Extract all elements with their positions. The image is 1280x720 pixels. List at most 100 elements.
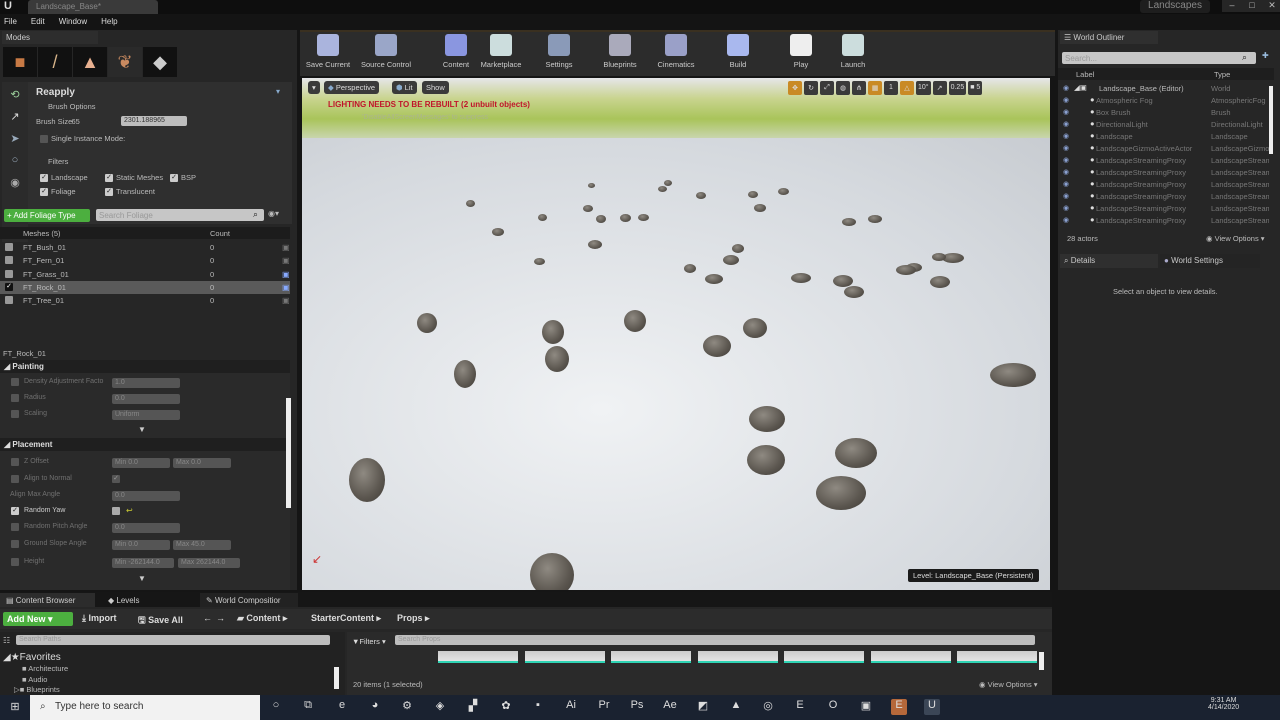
visibility-eye-icon[interactable]: ◉ (1063, 84, 1069, 92)
outliner-row[interactable]: ◉ ● Atmospheric Fog AtmosphericFog (1058, 94, 1274, 106)
maximize-icon[interactable]: □ (1242, 0, 1262, 12)
rock-foliage-instance[interactable] (545, 346, 569, 372)
epic-launcher-icon[interactable]: E (792, 699, 808, 715)
visibility-eye-icon[interactable]: ◉ (1063, 156, 1069, 164)
rock-foliage-instance[interactable] (588, 183, 595, 188)
toolbar-save-current-button[interactable]: Save Current (300, 34, 356, 69)
single-instance-row[interactable]: Single Instance Mode: (40, 134, 125, 144)
windows-start-icon[interactable]: ⊞ (7, 700, 23, 716)
rock-foliage-instance[interactable] (844, 286, 864, 298)
search-foliage-input[interactable]: Search Foliage (96, 209, 264, 221)
rotate-icon[interactable]: ↻ (804, 81, 818, 95)
asset-view-options[interactable]: ◉ View Options ▾ (979, 680, 1038, 689)
save-icon[interactable]: ▣ (282, 270, 290, 279)
show-button[interactable]: Show (422, 81, 449, 94)
lit-button[interactable]: ⬢ Lit (392, 81, 417, 94)
z-offset-max[interactable]: Max 0.0 (173, 458, 231, 468)
rock-foliage-instance[interactable] (349, 458, 385, 502)
place-mode-icon[interactable]: ■ (3, 47, 37, 77)
rock-foliage-instance[interactable] (454, 360, 476, 388)
menu-help[interactable]: Help (101, 17, 117, 27)
rock-foliage-instance[interactable] (932, 253, 946, 261)
folder-architecture[interactable]: ■ Architecture (22, 664, 68, 673)
outliner-search-input[interactable]: Search... (1062, 52, 1256, 64)
level-viewport[interactable]: ▾ ◆ Perspective ⬢ Lit Show LIGHTING NEED… (302, 78, 1050, 590)
forward-icon[interactable]: → (216, 613, 225, 623)
mesh-row[interactable]: FT_Grass_01 0 ▣ (0, 268, 290, 281)
cortana-icon[interactable]: ○ (268, 699, 284, 715)
asset-scrollbar[interactable] (1039, 652, 1044, 670)
outliner-row[interactable]: ◉ ● DirectionalLight DirectionalLight (1058, 118, 1274, 130)
mesh-row[interactable]: FT_Tree_01 0 ▣ (0, 294, 290, 307)
vlc-icon[interactable]: ▲ (728, 699, 744, 715)
asset-thumbnail[interactable] (784, 651, 864, 663)
rotation-snap-value[interactable]: 10° (916, 81, 931, 95)
rock-foliage-instance[interactable] (703, 335, 731, 357)
outliner-row[interactable]: ◉ ● LandscapeStreamingProxy LandscapeStr… (1058, 214, 1274, 226)
rock-foliage-instance[interactable] (466, 200, 475, 207)
rock-foliage-instance[interactable] (896, 265, 916, 275)
app-icon[interactable]: ▪ (530, 699, 546, 715)
world-outliner-tab[interactable]: ☰ World Outliner (1060, 31, 1158, 44)
unreal-icon[interactable]: U (924, 699, 940, 715)
visibility-eye-icon[interactable]: ◉ (1063, 216, 1069, 224)
menu-window[interactable]: Window (59, 17, 87, 27)
height-max[interactable]: Max 262144.0 (178, 558, 240, 568)
outliner-row[interactable]: ◉ ● LandscapeStreamingProxy LandscapeStr… (1058, 154, 1274, 166)
visibility-eye-icon[interactable]: ◉ (1063, 144, 1069, 152)
paint-mode-icon[interactable]: / (38, 47, 72, 77)
asset-thumbnail[interactable] (611, 651, 691, 663)
asset-thumbnail[interactable] (870, 651, 951, 663)
brush-size-input[interactable]: 2301.188965 (121, 116, 187, 126)
asset-thumbnail[interactable] (524, 651, 605, 663)
task-view-icon[interactable]: ⧉ (300, 699, 316, 715)
slope-min[interactable]: Min 0.0 (112, 540, 170, 550)
type-column[interactable]: Type (1214, 70, 1230, 79)
align-normal-checkbox[interactable]: ✓ (112, 475, 120, 483)
rock-foliage-instance[interactable] (723, 255, 739, 265)
rock-foliage-instance[interactable] (534, 258, 545, 265)
add-foliage-type-button[interactable]: + Add Foliage Type (4, 209, 90, 222)
rock-foliage-instance[interactable] (664, 180, 672, 186)
rock-foliage-instance[interactable] (583, 205, 593, 212)
save-all-button[interactable]: 🖫︎ Save All (138, 613, 183, 629)
settings-icon[interactable]: ⚙ (399, 699, 415, 715)
rock-foliage-instance[interactable] (596, 215, 606, 223)
rock-foliage-instance[interactable] (816, 476, 866, 510)
rock-foliage-instance[interactable] (749, 406, 785, 432)
geometry-mode-icon[interactable]: ◆ (143, 47, 177, 77)
rock-foliage-instance[interactable] (842, 218, 856, 226)
taskbar-search[interactable]: Type here to search (30, 695, 260, 720)
mesh-checkbox[interactable]: ✓ (5, 282, 13, 291)
lasso-tool-icon[interactable]: ○ (6, 154, 24, 172)
random-yaw-checkbox[interactable] (112, 507, 120, 515)
rock-foliage-instance[interactable] (638, 214, 649, 221)
minimize-icon[interactable]: – (1222, 0, 1242, 12)
filter-landscape[interactable]: ✓ Landscape (40, 173, 88, 183)
levels-tab[interactable]: ◆ Levels (102, 593, 197, 607)
search-props-input[interactable]: Search Props (395, 635, 1035, 645)
toolbar-source-control-button[interactable]: Source Control (358, 34, 414, 69)
photoshop-icon[interactable]: Ps (629, 699, 645, 715)
outliner-row[interactable]: ◉ ● Box Brush Brush (1058, 106, 1274, 118)
menu-edit[interactable]: Edit (31, 17, 45, 27)
painting-section[interactable]: ◢ Painting (0, 360, 290, 373)
world-local-icon[interactable]: ◍ (836, 81, 850, 95)
epic-launcher-icon[interactable]: E (891, 699, 907, 715)
obs-icon[interactable]: ◎ (760, 699, 776, 715)
mesh-row[interactable]: ✓ FT_Rock_01 0 ▣ (0, 280, 290, 294)
outliner-row[interactable]: ◉ ● LandscapeStreamingProxy LandscapeStr… (1058, 178, 1274, 190)
mesh-checkbox[interactable] (5, 296, 13, 305)
filters-button[interactable]: ▼Filters ▾ (352, 637, 386, 646)
save-icon[interactable]: ▣ (282, 283, 290, 292)
surface-snap-icon[interactable]: ⋔ (852, 81, 866, 95)
world-settings-tab[interactable]: ● World Settings (1160, 254, 1260, 268)
mesh-row[interactable]: FT_Bush_01 0 ▣ (0, 241, 290, 254)
folder-audio[interactable]: ■ Audio (22, 675, 47, 684)
scaling-dropdown[interactable]: Uniform (112, 410, 180, 420)
scale-snap-value[interactable]: 0.25 (948, 81, 967, 95)
rock-foliage-instance[interactable] (588, 240, 602, 249)
save-icon[interactable]: ▣ (282, 296, 290, 305)
rock-foliage-instance[interactable] (705, 274, 723, 284)
filter-bsp[interactable]: ✓ BSP (170, 173, 196, 183)
